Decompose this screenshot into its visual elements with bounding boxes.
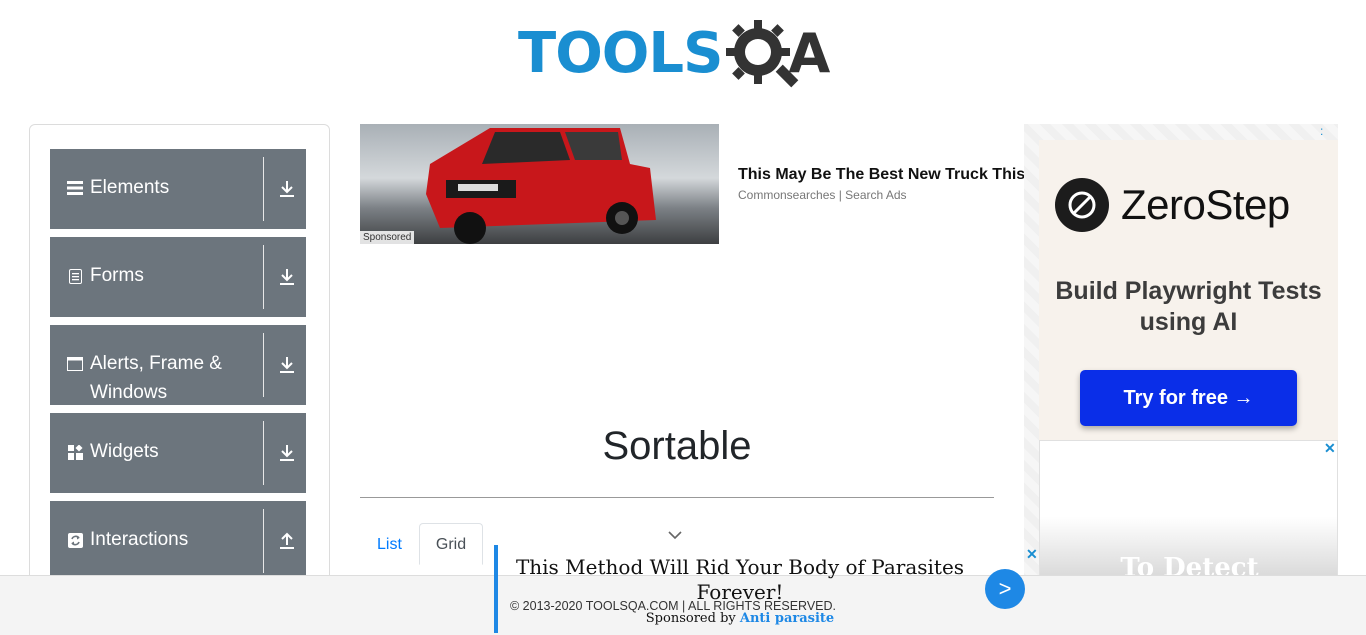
zerostep-logo-icon bbox=[1055, 178, 1109, 232]
group-header[interactable]: Interactions bbox=[50, 501, 306, 554]
brand-name: ZeroStep bbox=[1121, 181, 1290, 228]
divider bbox=[263, 157, 264, 221]
ad-secondary[interactable]: To Detect bbox=[1039, 440, 1338, 580]
window-icon bbox=[66, 355, 84, 373]
sponsor-link[interactable]: Anti parasite bbox=[740, 611, 834, 626]
logo-text-tools: TOOLS bbox=[518, 21, 723, 86]
sponsor-prefix: Sponsored by bbox=[645, 611, 736, 626]
zerostep-logo: ZeroStep bbox=[1055, 178, 1290, 232]
ad-truck-image[interactable]: Sponsored bbox=[360, 124, 719, 244]
divider bbox=[263, 245, 264, 309]
logo-text-a: A bbox=[788, 22, 831, 85]
ad-sponsor: Sponsored by Anti parasite bbox=[510, 611, 970, 626]
try-for-free-button[interactable]: Try for free → bbox=[1080, 370, 1297, 426]
group-label: Interactions bbox=[90, 529, 189, 550]
tab-list[interactable]: List bbox=[360, 523, 419, 565]
upload-arrow-icon[interactable] bbox=[276, 529, 298, 553]
download-arrow-icon[interactable] bbox=[276, 265, 298, 289]
form-icon bbox=[66, 267, 84, 285]
ad-headline[interactable]: This May Be The Best New Truck This bbox=[738, 166, 1028, 184]
sidebar-group-interactions[interactable]: Interactions bbox=[50, 501, 306, 581]
tab-grid[interactable]: Grid bbox=[418, 523, 484, 565]
divider bbox=[263, 421, 264, 485]
ad-accent-bar bbox=[494, 545, 498, 633]
group-header[interactable]: Elements bbox=[50, 149, 306, 202]
group-label: Forms bbox=[90, 265, 144, 286]
ad-go-button[interactable]: > bbox=[985, 569, 1025, 609]
group-label: Elements bbox=[90, 177, 170, 198]
interactions-icon bbox=[66, 531, 84, 549]
ad-bottom-banner[interactable]: This Method Will Rid Your Body of Parasi… bbox=[494, 545, 1034, 633]
tab-bar: List Grid bbox=[360, 523, 484, 565]
group-header[interactable]: Forms bbox=[50, 237, 306, 290]
sidebar-group-widgets[interactable]: Widgets bbox=[50, 413, 306, 493]
ad-headline[interactable]: This Method Will Rid Your Body of Parasi… bbox=[510, 555, 970, 605]
group-header[interactable]: Widgets bbox=[50, 413, 306, 466]
sidebar-group-elements[interactable]: Elements bbox=[50, 149, 306, 229]
widgets-icon bbox=[66, 443, 84, 461]
chevron-down-icon[interactable] bbox=[666, 526, 684, 544]
truck-illustration bbox=[426, 128, 656, 244]
download-arrow-icon[interactable] bbox=[276, 353, 298, 377]
list-icon bbox=[66, 179, 84, 197]
group-header[interactable]: Alerts, Frame & Windows bbox=[50, 325, 306, 407]
download-arrow-icon[interactable] bbox=[276, 177, 298, 201]
ad-options-icon[interactable]: : bbox=[1320, 124, 1323, 138]
divider bbox=[263, 333, 264, 397]
divider bbox=[360, 497, 994, 498]
toolsqa-logo[interactable]: TOOLS A bbox=[518, 14, 848, 94]
ad-panel: ZeroStep Build Playwright Tests using AI… bbox=[1039, 140, 1338, 440]
sidebar-group-forms[interactable]: Forms bbox=[50, 237, 306, 317]
group-label: Alerts, Frame & Windows bbox=[90, 353, 222, 403]
divider bbox=[263, 509, 264, 573]
sidebar: Elements Forms Alerts, Frame & Windows W… bbox=[29, 124, 330, 635]
close-icon[interactable]: ✕ bbox=[1026, 546, 1038, 563]
page-title: Sortable bbox=[602, 424, 752, 468]
download-arrow-icon[interactable] bbox=[276, 441, 298, 465]
sidebar-group-alerts[interactable]: Alerts, Frame & Windows bbox=[50, 325, 306, 405]
close-icon[interactable]: ✕ bbox=[1324, 440, 1336, 457]
page: TOOLS A Elements Forms Alerts, Frame & W… bbox=[0, 0, 1366, 635]
sponsored-label: Sponsored bbox=[360, 231, 415, 244]
ad-tagline: Build Playwright Tests using AI bbox=[1055, 277, 1322, 336]
group-label: Widgets bbox=[90, 441, 159, 462]
ad-source[interactable]: Commonsearches | Search Ads bbox=[738, 188, 907, 202]
